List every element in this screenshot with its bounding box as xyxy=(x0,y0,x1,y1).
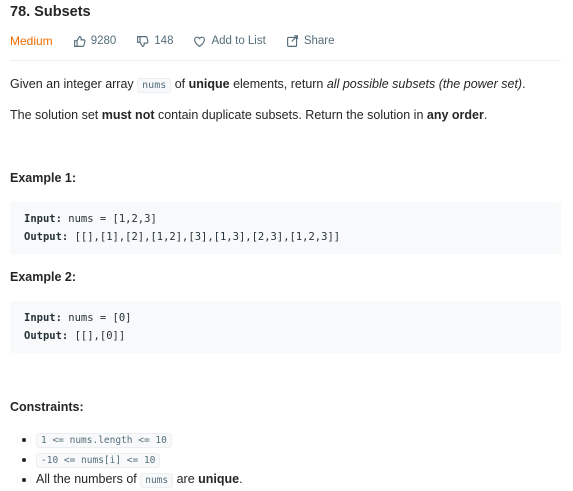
example-1-block: Input: nums = [1,2,3] Output: [[],[1],[2… xyxy=(10,202,561,254)
text: . xyxy=(483,108,488,122)
bold-text: unique xyxy=(198,472,240,486)
text: of xyxy=(171,77,189,91)
heart-icon xyxy=(194,36,206,47)
description-paragraph-1: Given an integer array nums of unique el… xyxy=(10,75,561,95)
example-1-output: Output: [[],[1],[2],[1,2],[3],[1,3],[2,3… xyxy=(24,228,547,246)
difficulty-label: Medium xyxy=(10,34,53,48)
bold-text: unique xyxy=(188,77,230,91)
problem-title: 78. Subsets xyxy=(10,4,91,20)
constraint-item: -10 <= nums[i] <= 10 xyxy=(36,450,243,470)
example-1-input: Input: nums = [1,2,3] xyxy=(24,210,547,228)
dislikes-count: 148 xyxy=(154,35,174,47)
text: Given an integer array xyxy=(10,77,138,91)
text: elements, return xyxy=(229,77,327,91)
thumbs-up-icon xyxy=(73,35,86,47)
input-value: nums = [0] xyxy=(61,312,132,324)
constraint-item: 1 <= nums.length <= 10 xyxy=(36,430,243,450)
constraints-list: 1 <= nums.length <= 10 -10 <= nums[i] <=… xyxy=(10,430,243,490)
share-icon xyxy=(286,34,298,47)
constraint-code: 1 <= nums.length <= 10 xyxy=(36,433,172,448)
problem-meta: Medium 9280 148 Add to List Share xyxy=(10,34,355,48)
output-value: [[],[0]] xyxy=(68,330,126,342)
add-to-list-button[interactable]: Add to List xyxy=(193,35,266,48)
example-2-output: Output: [[],[0]] xyxy=(24,327,547,345)
constraint-item: All the numbers of nums are unique. xyxy=(36,470,243,490)
constraints-heading: Constraints: xyxy=(10,400,84,414)
input-label: Input: xyxy=(24,312,62,324)
example-2-block: Input: nums = [0] Output: [[],[0]] xyxy=(10,301,561,353)
italic-text: all possible subsets (the power set) xyxy=(326,77,523,91)
header-divider xyxy=(10,60,561,61)
like-button[interactable]: 9280 xyxy=(73,35,117,48)
likes-count: 9280 xyxy=(90,35,117,47)
text: . xyxy=(239,472,243,486)
problem-description: 78. Subsets Medium 9280 148 Add to List xyxy=(0,0,573,491)
text: All the numbers of xyxy=(36,472,141,486)
text: . xyxy=(522,77,526,91)
bold-text: any order xyxy=(426,108,484,122)
add-to-list-label: Add to List xyxy=(211,35,266,47)
output-label: Output: xyxy=(24,231,69,243)
thumbs-down-icon xyxy=(137,35,149,47)
example-1-heading: Example 1: xyxy=(10,171,77,185)
input-label: Input: xyxy=(24,213,62,225)
example-2-input: Input: nums = [0] xyxy=(24,309,547,327)
dislike-button[interactable]: 148 xyxy=(136,35,173,48)
bold-text: must not xyxy=(101,108,155,122)
input-value: nums = [1,2,3] xyxy=(61,213,157,225)
text: The solution set xyxy=(10,108,102,122)
share-button[interactable]: Share xyxy=(286,34,335,48)
text: contain duplicate subsets. Return the so… xyxy=(154,108,427,122)
example-2-heading: Example 2: xyxy=(10,270,77,284)
text: are xyxy=(173,472,199,486)
description-paragraph-2: The solution set must not contain duplic… xyxy=(10,106,561,124)
inline-code-nums: nums xyxy=(137,78,172,93)
share-label: Share xyxy=(303,35,335,47)
inline-code-nums: nums xyxy=(140,473,174,488)
output-value: [[],[1],[2],[1,2],[3],[1,3],[2,3],[1,2,3… xyxy=(68,231,341,243)
output-label: Output: xyxy=(24,330,69,342)
constraint-code: -10 <= nums[i] <= 10 xyxy=(36,453,161,468)
